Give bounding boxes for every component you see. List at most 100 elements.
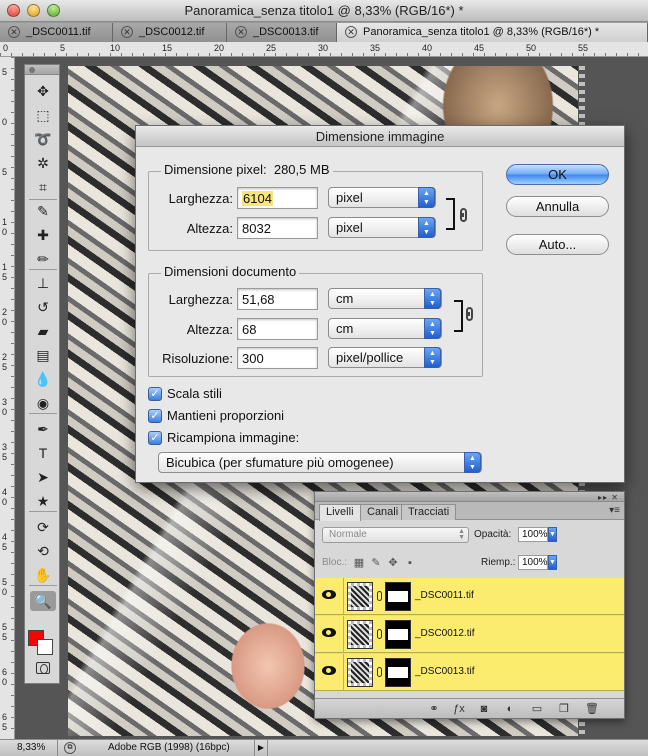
tab-panoramica[interactable]: ✕ Panoramica_senza titolo1 @ 8,33% (RGB/… <box>337 23 648 42</box>
layer-thumbnail[interactable] <box>347 620 373 649</box>
ruler-label: 6 0 <box>2 667 8 687</box>
tab-paths[interactable]: Tracciati <box>401 504 457 520</box>
eyedropper-tool-icon[interactable]: ✎ <box>30 201 56 221</box>
layer-mask-thumbnail[interactable] <box>385 620 411 649</box>
tools-palette-header[interactable] <box>25 65 59 75</box>
status-info-icon[interactable]: ⧉ <box>64 742 76 754</box>
tab-close-icon[interactable]: ✕ <box>235 26 247 38</box>
tab-dsc0013[interactable]: ✕ _DSC0013.tif <box>227 23 337 42</box>
doc-height-input[interactable]: 68 <box>237 318 318 340</box>
tab-dsc0011[interactable]: ✕ _DSC0011.tif <box>0 23 113 42</box>
layer-row[interactable]: _DSC0011.tif <box>315 578 624 615</box>
auto-button[interactable]: Auto... <box>506 234 609 255</box>
visibility-eye-icon[interactable] <box>322 590 336 599</box>
tab-dsc0012[interactable]: ✕ _DSC0012.tif <box>113 23 227 42</box>
path-selection-tool-icon[interactable]: ➤ <box>30 467 56 487</box>
resolution-input[interactable]: 300 <box>237 347 318 369</box>
blend-mode-select[interactable]: Normale ▲ ▼ <box>322 527 469 543</box>
pixel-height-unit-select[interactable]: pixel ▲ ▼ <box>328 217 436 238</box>
resample-checkbox[interactable]: ✓ <box>148 431 162 445</box>
tab-channels[interactable]: Canali <box>360 504 406 520</box>
resolution-unit-select[interactable]: pixel/pollice ▲ ▼ <box>328 347 442 368</box>
mask-link-icon[interactable] <box>377 667 382 677</box>
constrain-proportions-label[interactable]: Mantieni proporzioni <box>167 408 284 423</box>
resample-label[interactable]: Ricampiona immagine: <box>167 430 299 445</box>
eraser-tool-icon[interactable]: ▰ <box>30 321 56 341</box>
quick-mask-icon[interactable] <box>36 662 50 674</box>
layer-mask-thumbnail[interactable] <box>385 582 411 611</box>
ok-button[interactable]: OK <box>506 164 609 185</box>
clone-stamp-tool-icon[interactable]: ⊥ <box>30 273 56 293</box>
lock-position-icon[interactable]: ✥ <box>387 557 399 569</box>
panel-menu-icon[interactable]: ▾≡ <box>609 505 620 516</box>
fill-input[interactable]: 100% <box>518 555 548 570</box>
layer-name: _DSC0012.tif <box>415 628 475 639</box>
layers-panel-header[interactable]: ▸▸ ✕ <box>315 492 624 502</box>
horizontal-ruler[interactable]: 0 5 10 15 20 25 30 35 40 45 50 55 <box>0 42 648 57</box>
layer-row[interactable]: _DSC0013.tif <box>315 654 624 691</box>
type-tool-icon[interactable]: T <box>30 443 56 463</box>
pixel-width-unit-select[interactable]: pixel ▲ ▼ <box>328 187 436 208</box>
new-group-icon[interactable]: ▭ <box>530 702 544 716</box>
trash-icon[interactable]: 🗑 <box>585 702 599 716</box>
tab-layers[interactable]: Livelli <box>319 504 361 521</box>
opacity-input[interactable]: 100% <box>518 527 548 542</box>
tab-close-icon[interactable]: ✕ <box>8 26 20 38</box>
layer-mask-thumbnail[interactable] <box>385 658 411 687</box>
healing-brush-tool-icon[interactable]: ✚ <box>30 225 56 245</box>
pixel-width-input[interactable]: 6104 <box>237 187 318 209</box>
mask-link-icon[interactable] <box>377 591 382 601</box>
scale-styles-label[interactable]: Scala stili <box>167 386 222 401</box>
layer-thumbnail[interactable] <box>347 582 373 611</box>
hand-tool-icon[interactable]: ✋ <box>30 565 56 585</box>
mask-link-icon[interactable] <box>377 629 382 639</box>
visibility-eye-icon[interactable] <box>322 628 336 637</box>
background-color-swatch[interactable] <box>37 639 53 655</box>
3d-orbit-tool-icon[interactable]: ⟲ <box>30 541 56 561</box>
resample-method-select[interactable]: Bicubica (per sfumature più omogenee) ▲ ▼ <box>158 452 482 473</box>
link-layers-icon[interactable]: ⚭ <box>427 702 441 716</box>
lock-transparency-icon[interactable]: ▦ <box>353 557 365 569</box>
pen-tool-icon[interactable]: ✒ <box>30 419 56 439</box>
ruler-label: 50 <box>526 43 537 53</box>
dodge-tool-icon[interactable]: ◉ <box>30 393 56 413</box>
doc-height-unit-select[interactable]: cm ▲ ▼ <box>328 318 442 339</box>
layer-thumbnail[interactable] <box>347 658 373 687</box>
fill-dropdown-icon[interactable]: ▼ <box>548 555 557 570</box>
doc-width-input[interactable]: 51,68 <box>237 288 318 310</box>
brush-tool-icon[interactable]: ✏ <box>30 249 56 269</box>
move-tool-icon[interactable]: ✥ <box>30 81 56 101</box>
doc-width-unit-select[interactable]: cm ▲ ▼ <box>328 288 442 309</box>
zoom-level-field[interactable]: 8,33% <box>0 740 58 756</box>
zoom-tool-icon[interactable]: 🔍 <box>30 591 56 611</box>
layer-row[interactable]: _DSC0012.tif <box>315 616 624 653</box>
add-mask-icon[interactable]: ◙ <box>477 702 491 716</box>
gradient-tool-icon[interactable]: ▤ <box>30 345 56 365</box>
lock-pixels-icon[interactable]: ✎ <box>370 557 382 569</box>
status-menu-arrow-icon[interactable]: ▶ <box>254 740 268 756</box>
blur-tool-icon[interactable]: 💧 <box>30 369 56 389</box>
ruler-label: 0 <box>2 117 8 127</box>
layer-style-icon[interactable]: ƒx <box>452 702 466 716</box>
scale-styles-checkbox[interactable]: ✓ <box>148 387 162 401</box>
cancel-button[interactable]: Annulla <box>506 196 609 217</box>
new-layer-icon[interactable]: ❐ <box>557 702 571 716</box>
lasso-tool-icon[interactable]: ➰ <box>30 129 56 149</box>
tab-close-icon[interactable]: ✕ <box>345 26 357 38</box>
vertical-ruler[interactable]: 5 0 5 1 0 1 5 2 0 2 5 3 0 3 5 4 0 4 5 5 … <box>0 57 15 739</box>
history-brush-tool-icon[interactable]: ↺ <box>30 297 56 317</box>
magic-wand-tool-icon[interactable]: ✲ <box>30 153 56 173</box>
crop-tool-icon[interactable]: ⌗ <box>30 177 56 197</box>
constrain-proportions-checkbox[interactable]: ✓ <box>148 409 162 423</box>
adjustment-layer-icon[interactable]: ◐ <box>503 702 517 716</box>
collapse-icon[interactable]: ▸▸ ✕ <box>598 493 619 502</box>
opacity-dropdown-icon[interactable]: ▼ <box>548 527 557 542</box>
tab-close-icon[interactable]: ✕ <box>121 26 133 38</box>
marquee-tool-icon[interactable]: ⬚ <box>30 105 56 125</box>
pixel-height-input[interactable]: 8032 <box>237 217 318 239</box>
lock-all-icon[interactable]: ▪ <box>404 557 416 569</box>
close-icon[interactable] <box>29 67 35 73</box>
shape-tool-icon[interactable]: ★ <box>30 491 56 511</box>
visibility-eye-icon[interactable] <box>322 666 336 675</box>
3d-rotate-tool-icon[interactable]: ⟳ <box>30 517 56 537</box>
